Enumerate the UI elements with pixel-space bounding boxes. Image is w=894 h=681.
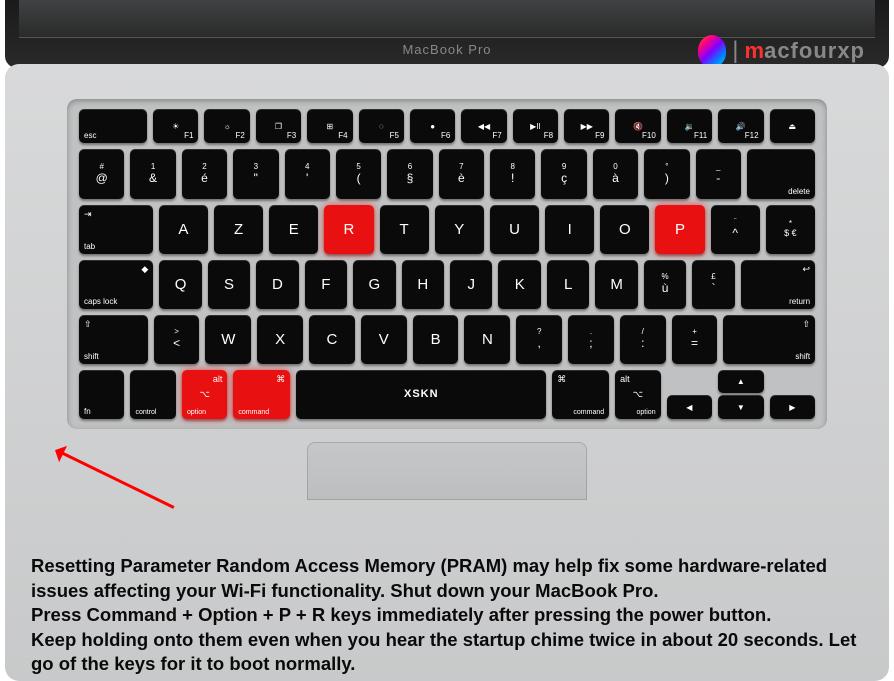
key-f10[interactable]: 🔇F10 (615, 109, 660, 143)
key-z[interactable]: Z (214, 205, 263, 254)
key-j[interactable]: J (450, 260, 492, 309)
key-d[interactable]: D (256, 260, 298, 309)
key-5[interactable]: 5( (336, 149, 381, 198)
key-f2[interactable]: ☼F2 (204, 109, 249, 143)
key-n[interactable]: N (464, 315, 510, 364)
key-b[interactable]: B (413, 315, 459, 364)
key-space[interactable]: XSKN (296, 370, 546, 419)
key-comma[interactable]: ?, (516, 315, 562, 364)
key-a[interactable]: A (159, 205, 208, 254)
key-2[interactable]: 2é (182, 149, 227, 198)
key-i[interactable]: I (545, 205, 594, 254)
key-control[interactable]: control (130, 370, 175, 419)
key-x[interactable]: X (257, 315, 303, 364)
key-r-highlighted[interactable]: R (324, 205, 373, 254)
key-arrow-left[interactable]: ◀ (667, 395, 712, 419)
key-paren[interactable]: °) (644, 149, 689, 198)
keyboard: esc ☀F1 ☼F2 ❐F3 ⊞F4 ◌F5 ●F6 ◀◀F7 ▶IIF8 ▶… (67, 99, 827, 429)
key-fn[interactable]: fn (79, 370, 124, 419)
key-semicolon[interactable]: .; (568, 315, 614, 364)
brand-text: macfourxp (745, 38, 865, 64)
key-f6[interactable]: ●F6 (410, 109, 455, 143)
key-arrow-right[interactable]: ▶ (770, 395, 815, 419)
key-v[interactable]: V (361, 315, 407, 364)
key-7[interactable]: 7è (439, 149, 484, 198)
instruction-line-2: Press Command + Option + P + R keys imme… (31, 604, 771, 625)
laptop-lid: MacBook Pro | macfourxp (5, 0, 889, 68)
key-percent[interactable]: %ù (644, 260, 686, 309)
key-e[interactable]: E (269, 205, 318, 254)
key-option-left-highlighted[interactable]: alt⌥option (182, 370, 227, 419)
key-p-highlighted[interactable]: P (655, 205, 704, 254)
key-shift-left[interactable]: ⇧shift (79, 315, 148, 364)
key-arrow-down[interactable]: ▼ (718, 395, 763, 419)
key-m[interactable]: M (595, 260, 637, 309)
laptop-model-label: MacBook Pro (402, 42, 491, 57)
key-f[interactable]: F (305, 260, 347, 309)
trackpad[interactable] (307, 442, 587, 500)
key-circumflex[interactable]: ¨^ (711, 205, 760, 254)
key-9[interactable]: 9ç (541, 149, 586, 198)
key-at[interactable]: #@ (79, 149, 124, 198)
key-pound[interactable]: £` (692, 260, 734, 309)
instructions-text: Resetting Parameter Random Access Memory… (31, 554, 869, 677)
key-c[interactable]: C (309, 315, 355, 364)
key-w[interactable]: W (205, 315, 251, 364)
screen-edge (19, 0, 875, 38)
key-s[interactable]: S (208, 260, 250, 309)
instruction-line-1: Resetting Parameter Random Access Memory… (31, 555, 827, 601)
key-3[interactable]: 3" (233, 149, 278, 198)
key-y[interactable]: Y (435, 205, 484, 254)
key-minus[interactable]: _- (696, 149, 741, 198)
key-o[interactable]: O (600, 205, 649, 254)
key-equals[interactable]: += (672, 315, 718, 364)
key-esc[interactable]: esc (79, 109, 147, 143)
key-option-right[interactable]: alt⌥option (615, 370, 660, 419)
key-f4[interactable]: ⊞F4 (307, 109, 352, 143)
key-q[interactable]: Q (159, 260, 201, 309)
key-0[interactable]: 0à (593, 149, 638, 198)
key-colon[interactable]: /: (620, 315, 666, 364)
key-4[interactable]: 4' (285, 149, 330, 198)
key-f12[interactable]: 🔊F12 (718, 109, 763, 143)
key-f8[interactable]: ▶IIF8 (513, 109, 558, 143)
key-angle[interactable]: >< (154, 315, 200, 364)
key-k[interactable]: K (498, 260, 540, 309)
key-arrow-up[interactable]: ▲ (718, 370, 763, 394)
key-1[interactable]: 1& (130, 149, 175, 198)
key-l[interactable]: L (547, 260, 589, 309)
key-command-left-highlighted[interactable]: ⌘command (233, 370, 290, 419)
apple-icon (698, 35, 726, 67)
key-g[interactable]: G (353, 260, 395, 309)
logo-divider: | (732, 37, 738, 65)
key-f11[interactable]: 🔉F11 (667, 109, 712, 143)
instruction-line-3: Keep holding onto them even when you hea… (31, 629, 856, 675)
key-8[interactable]: 8! (490, 149, 535, 198)
key-h[interactable]: H (402, 260, 444, 309)
key-return[interactable]: ↩return (741, 260, 815, 309)
key-u[interactable]: U (490, 205, 539, 254)
key-tab[interactable]: ⇥tab (79, 205, 153, 254)
laptop-body: esc ☀F1 ☼F2 ❐F3 ⊞F4 ◌F5 ●F6 ◀◀F7 ▶IIF8 ▶… (5, 64, 889, 681)
key-eject[interactable]: ⏏ (770, 109, 815, 143)
watermark-logo: | macfourxp (698, 35, 865, 67)
key-dollar[interactable]: *$ € (766, 205, 815, 254)
key-t[interactable]: T (380, 205, 429, 254)
annotation-arrow (56, 449, 174, 509)
key-f5[interactable]: ◌F5 (359, 109, 404, 143)
key-f9[interactable]: ▶▶F9 (564, 109, 609, 143)
key-f3[interactable]: ❐F3 (256, 109, 301, 143)
key-capslock[interactable]: caps lock◆ (79, 260, 153, 309)
key-6[interactable]: 6§ (387, 149, 432, 198)
key-delete[interactable]: delete (747, 149, 815, 198)
key-command-right[interactable]: ⌘command (552, 370, 609, 419)
key-f1[interactable]: ☀F1 (153, 109, 198, 143)
key-shift-right[interactable]: ⇧shift (723, 315, 815, 364)
key-f7[interactable]: ◀◀F7 (461, 109, 506, 143)
